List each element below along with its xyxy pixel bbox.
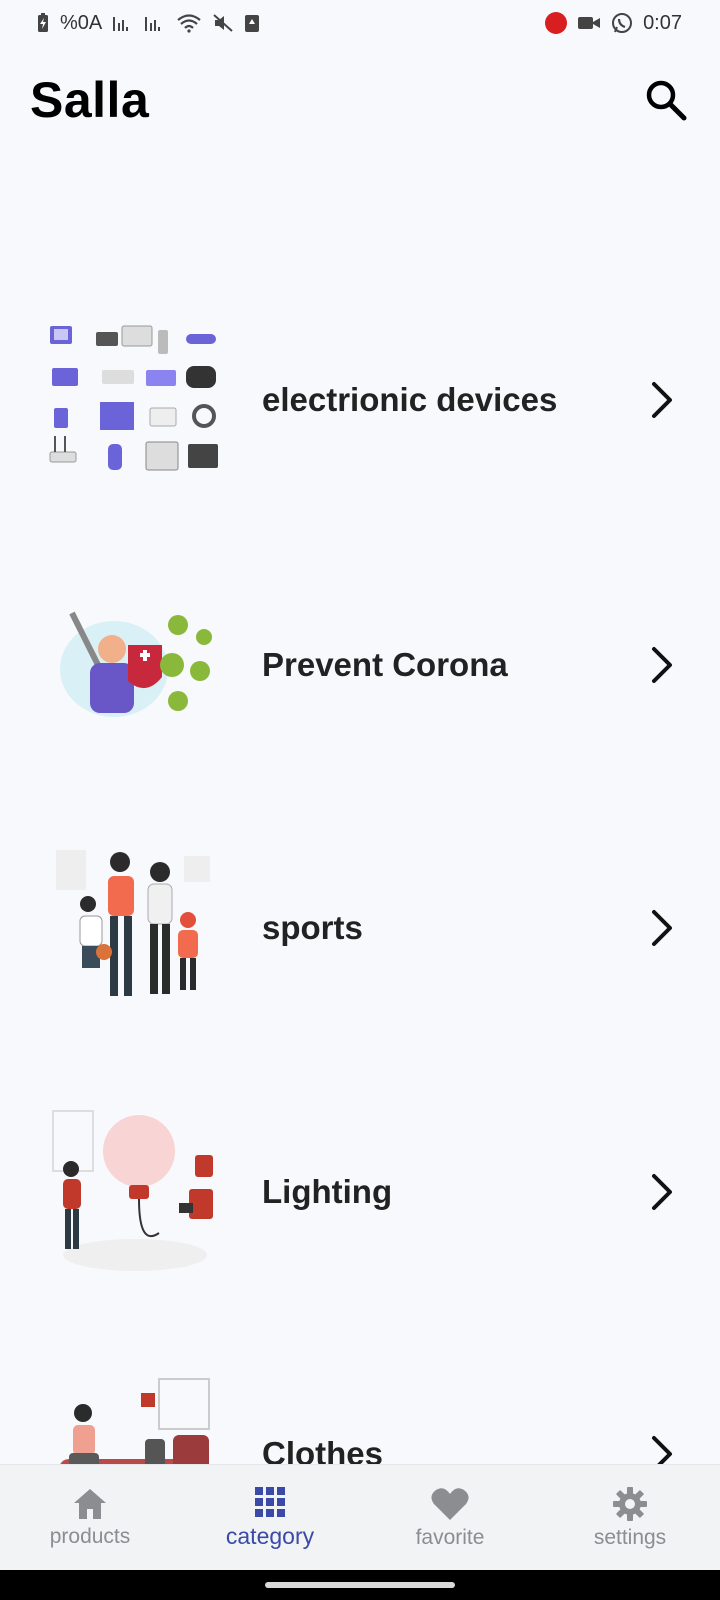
grid-icon [255,1487,285,1517]
category-item-prevent-corona[interactable]: Prevent Corona [0,565,720,765]
prevent-corona-illustration [44,580,224,750]
category-list[interactable]: electrionic devices Prevent Corona sport… [0,154,720,1464]
chevron-right-icon [644,906,680,950]
category-label: sports [262,909,363,946]
nav-label: products [49,1524,131,1548]
status-bar-right: 0:07 [545,12,682,34]
heart-icon [431,1487,469,1520]
battery-percent: %0A [60,12,103,34]
category-item-sports[interactable]: sports [0,828,720,1028]
gear-icon [613,1486,647,1521]
chevron-right-icon [644,1170,680,1214]
electronics-illustration [44,315,224,485]
whatsapp-icon [612,13,633,33]
gesture-handle[interactable] [265,1582,455,1588]
app-title: Salla [30,72,150,128]
search-icon [646,80,687,121]
video-call-icon [578,17,601,29]
mute-icon [213,14,233,32]
nav-label: favorite [415,1525,485,1549]
nav-item-favorite[interactable]: favorite [360,1465,540,1570]
nav-item-settings[interactable]: settings [540,1465,720,1570]
category-label: electrionic devices [262,381,558,418]
chevron-right-icon [644,643,680,687]
category-item-clothes[interactable]: Clothes [0,1354,720,1464]
status-time: 0:07 [643,12,682,34]
signal-icon [113,17,129,31]
search-button[interactable] [638,72,694,128]
status-bar: %0A 0:07 [0,0,720,46]
app-bar: Salla [0,46,720,154]
chevron-right-icon [644,378,680,422]
clothes-illustration [44,1369,224,1464]
category-label: Clothes [262,1435,384,1464]
nav-item-category[interactable]: category [180,1465,360,1570]
nav-label: settings [593,1525,667,1549]
bottom-navigation: products category favorite settings [0,1464,720,1570]
category-item-lighting[interactable]: Lighting [0,1092,720,1292]
nav-label: category [225,1523,315,1549]
category-item-electronics[interactable]: electrionic devices [0,300,720,500]
nav-item-products[interactable]: products [0,1465,180,1570]
recycle-icon [245,15,260,32]
battery-charging-icon [38,13,48,32]
gesture-bar-area [0,1570,720,1600]
category-label: Prevent Corona [262,646,508,683]
home-icon [74,1488,106,1519]
chevron-right-icon [644,1432,680,1464]
signal-icon [145,17,161,31]
status-bar-left: %0A [36,13,260,33]
record-icon [545,12,568,34]
wifi-icon [177,14,201,33]
lighting-bulb-illustration [44,1107,224,1277]
category-label: Lighting [262,1173,393,1210]
sports-family-illustration [44,843,224,1013]
